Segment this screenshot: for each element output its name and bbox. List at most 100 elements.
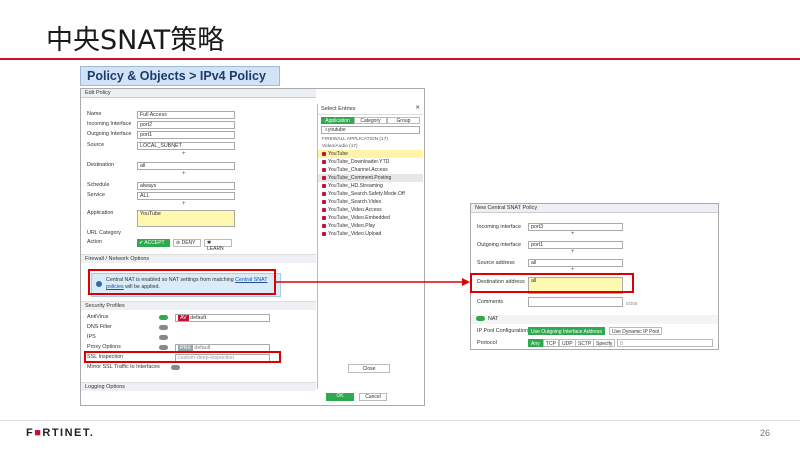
app-icon xyxy=(322,200,326,204)
action-label: Action xyxy=(87,239,102,245)
add-incoming-icon[interactable]: + xyxy=(571,231,575,237)
incoming-label: Incoming Interface xyxy=(87,121,132,127)
protocol-specify-button[interactable]: Specify xyxy=(593,339,616,347)
ippool-outgoing-button[interactable]: Use Outgoing Interface Address xyxy=(528,327,605,335)
entries-tabs: Application Category Group xyxy=(321,117,420,124)
incoming-select[interactable]: port2 xyxy=(137,121,235,129)
antivirus-label: AntiVirus xyxy=(87,314,109,320)
protocol-label: Protocol xyxy=(477,340,497,346)
snat-outgoing-field[interactable]: port1 xyxy=(528,241,623,249)
entries-list: YouTube YouTube_Downloader.YTD YouTube_C… xyxy=(318,150,423,238)
entries-subgroup-label: Video/Audio (17) xyxy=(322,144,358,149)
service-label: Service xyxy=(87,192,105,198)
slide-title: 中央SNAT策略 xyxy=(46,25,225,56)
entries-search-input[interactable]: ⌕youtube xyxy=(321,126,420,134)
mirror-ssl-label: Mirror SSL Traffic to Interfaces xyxy=(87,364,160,370)
protocol-udp-button[interactable]: UDP xyxy=(559,339,576,347)
protocol-number-input[interactable]: 0 xyxy=(617,339,713,347)
cancel-button[interactable]: Cancel xyxy=(359,393,387,401)
add-service-icon[interactable]: + xyxy=(182,201,186,207)
app-icon xyxy=(322,208,326,212)
proxy-options-label: Proxy Options xyxy=(87,344,121,350)
list-item[interactable]: YouTube_Video.Embedded xyxy=(318,214,423,222)
list-item[interactable]: YouTube_Comment.Posting xyxy=(318,174,423,182)
title-divider xyxy=(0,58,800,60)
proxy-toggle[interactable] xyxy=(159,345,168,350)
security-section-header: Security Profiles xyxy=(81,301,316,310)
entries-group-label: FIREWALL APPLICATION (17) xyxy=(322,137,388,142)
protocol-sctp-button[interactable]: SCTP xyxy=(575,339,595,347)
snat-incoming-field[interactable]: port3 xyxy=(528,223,623,231)
antivirus-toggle[interactable] xyxy=(159,315,168,320)
select-entries-header: Select Entries ✕ xyxy=(318,104,423,115)
comments-counter: 0/255 xyxy=(626,301,638,306)
ok-button[interactable]: OK xyxy=(326,393,354,401)
app-icon xyxy=(322,176,326,180)
dns-filter-toggle[interactable] xyxy=(159,325,168,330)
tab-group[interactable]: Group xyxy=(387,117,420,124)
ippool-dynamic-button[interactable]: Use Dynamic IP Pool xyxy=(609,327,663,335)
accept-button[interactable]: ✔ ACCEPT xyxy=(137,239,170,247)
ips-toggle[interactable] xyxy=(159,335,168,340)
source-label: Source xyxy=(87,142,105,148)
app-icon xyxy=(322,192,326,196)
list-item[interactable]: YouTube_Search.Video xyxy=(318,198,423,206)
snat-outgoing-label: Outgoing interface xyxy=(477,242,522,248)
app-icon xyxy=(322,184,326,188)
firewall-section-header: Firewall / Network Options xyxy=(81,254,316,263)
app-icon xyxy=(322,160,326,164)
list-item[interactable]: YouTube_Channel.Access xyxy=(318,166,423,174)
add-destination-icon[interactable]: + xyxy=(182,171,186,177)
ips-label: IPS xyxy=(87,334,96,340)
list-item[interactable]: YouTube_Video.Access xyxy=(318,206,423,214)
list-item[interactable]: YouTube_Video.Upload xyxy=(318,230,423,238)
dns-filter-label: DNS Filter xyxy=(87,324,112,330)
list-item[interactable]: YouTube_Video.Play xyxy=(318,222,423,230)
url-category-label: URL Category xyxy=(87,230,121,236)
close-icon[interactable]: ✕ xyxy=(415,105,420,111)
outgoing-select[interactable]: port1 xyxy=(137,131,235,139)
note-highlight xyxy=(88,269,276,295)
antivirus-select[interactable]: AV default xyxy=(175,314,270,322)
app-icon xyxy=(322,152,326,156)
learn-button[interactable]: ✱ LEARN xyxy=(204,239,232,252)
app-icon xyxy=(322,232,326,236)
mirror-ssl-toggle[interactable] xyxy=(171,365,180,370)
tab-category[interactable]: Category xyxy=(354,117,387,124)
destination-field[interactable]: all xyxy=(137,162,235,170)
snat-nat-section: NAT xyxy=(471,315,718,324)
destination-highlight xyxy=(470,273,634,293)
deny-button[interactable]: ⊘ DENY xyxy=(173,239,201,247)
add-outgoing-icon[interactable]: + xyxy=(571,249,575,255)
snat-incoming-label: Incoming interface xyxy=(477,224,522,230)
app-icon xyxy=(322,168,326,172)
list-item[interactable]: YouTube_Search.Safety.Mode.Off xyxy=(318,190,423,198)
tab-application[interactable]: Application xyxy=(321,117,354,124)
name-input[interactable]: Full Access xyxy=(137,111,235,119)
list-item[interactable]: YouTube_Downloader.YTD xyxy=(318,158,423,166)
snat-comments-input[interactable] xyxy=(528,297,623,307)
dialog-header: Edit Policy xyxy=(81,89,316,98)
list-item[interactable]: YouTube xyxy=(318,150,423,158)
page-number: 26 xyxy=(759,428,770,438)
service-field[interactable]: ALL xyxy=(137,192,235,200)
footer-divider xyxy=(0,420,800,421)
app-icon xyxy=(322,224,326,228)
schedule-select[interactable]: always xyxy=(137,182,235,190)
snat-dialog-header: New Central SNAT Policy xyxy=(471,204,718,213)
app-icon xyxy=(322,216,326,220)
application-label: Application xyxy=(87,210,114,216)
close-button[interactable]: Close xyxy=(348,364,390,373)
ssl-highlight xyxy=(84,351,281,363)
fortinet-logo: F■RTINET. xyxy=(26,427,95,439)
protocol-tcp-button[interactable]: TCP xyxy=(543,339,559,347)
nat-toggle[interactable] xyxy=(476,316,485,322)
protocol-any-button[interactable]: Any xyxy=(528,339,543,347)
snat-source-field[interactable]: all xyxy=(528,259,623,267)
menu-path-banner: Policy & Objects > IPv4 Policy xyxy=(80,66,280,86)
destination-label: Destination xyxy=(87,162,114,168)
list-item[interactable]: YouTube_HD.Streaming xyxy=(318,182,423,190)
add-source-icon[interactable]: + xyxy=(182,151,186,157)
application-field[interactable]: YouTube xyxy=(137,210,235,227)
source-field[interactable]: LOCAL_SUBNET xyxy=(137,142,235,150)
